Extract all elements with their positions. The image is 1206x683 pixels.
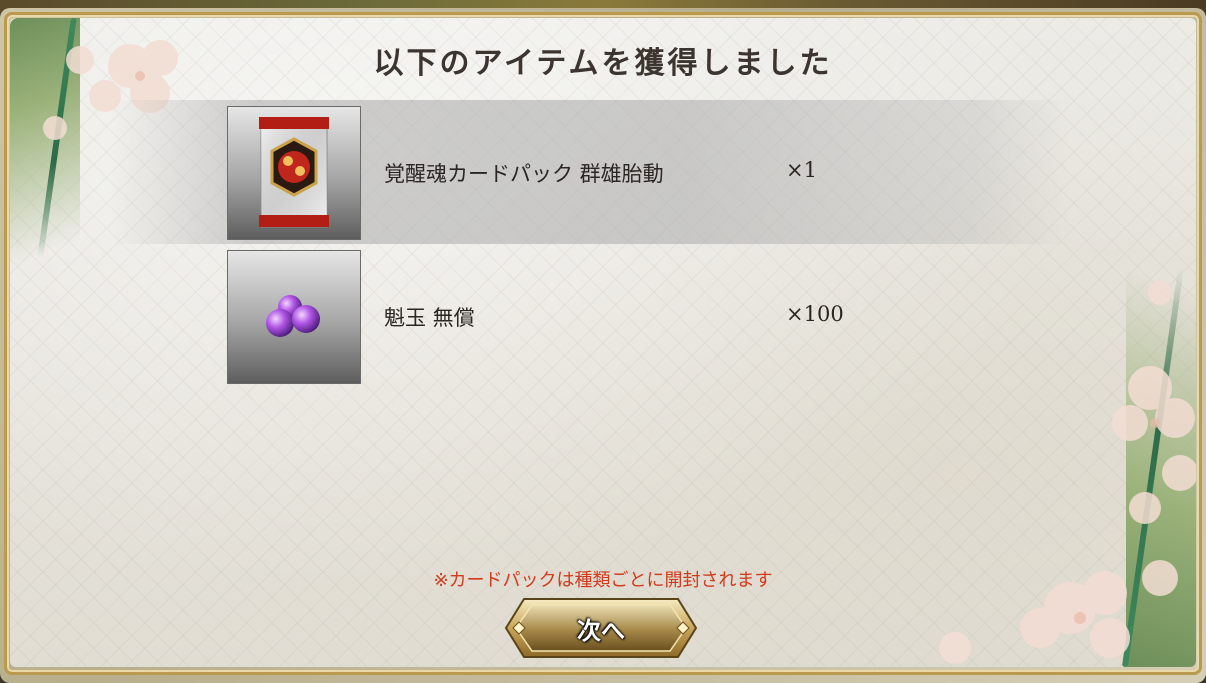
item-name: 覚醒魂カードパック 群雄胎動 bbox=[384, 162, 664, 186]
card-pack-note: ※カードパックは種類ごとに開封されます bbox=[433, 570, 773, 591]
item-name: 魁玉 無償 bbox=[384, 306, 475, 330]
reward-item-row: 魁玉 無償 ×100 bbox=[110, 244, 1070, 388]
dialog-title: 以下のアイテムを獲得しました bbox=[373, 46, 833, 81]
next-button-label: 次へ bbox=[577, 616, 625, 645]
item-quantity: ×1 bbox=[786, 158, 817, 182]
item-quantity: ×100 bbox=[786, 302, 844, 326]
reward-item-row: 覚醒魂カードパック 群雄胎動 ×1 bbox=[110, 100, 1070, 244]
purple-gem-icon bbox=[227, 250, 361, 384]
next-button[interactable]: 次へ bbox=[504, 597, 698, 659]
card-pack-icon bbox=[227, 106, 361, 240]
corner-ornament-right bbox=[1126, 247, 1196, 667]
